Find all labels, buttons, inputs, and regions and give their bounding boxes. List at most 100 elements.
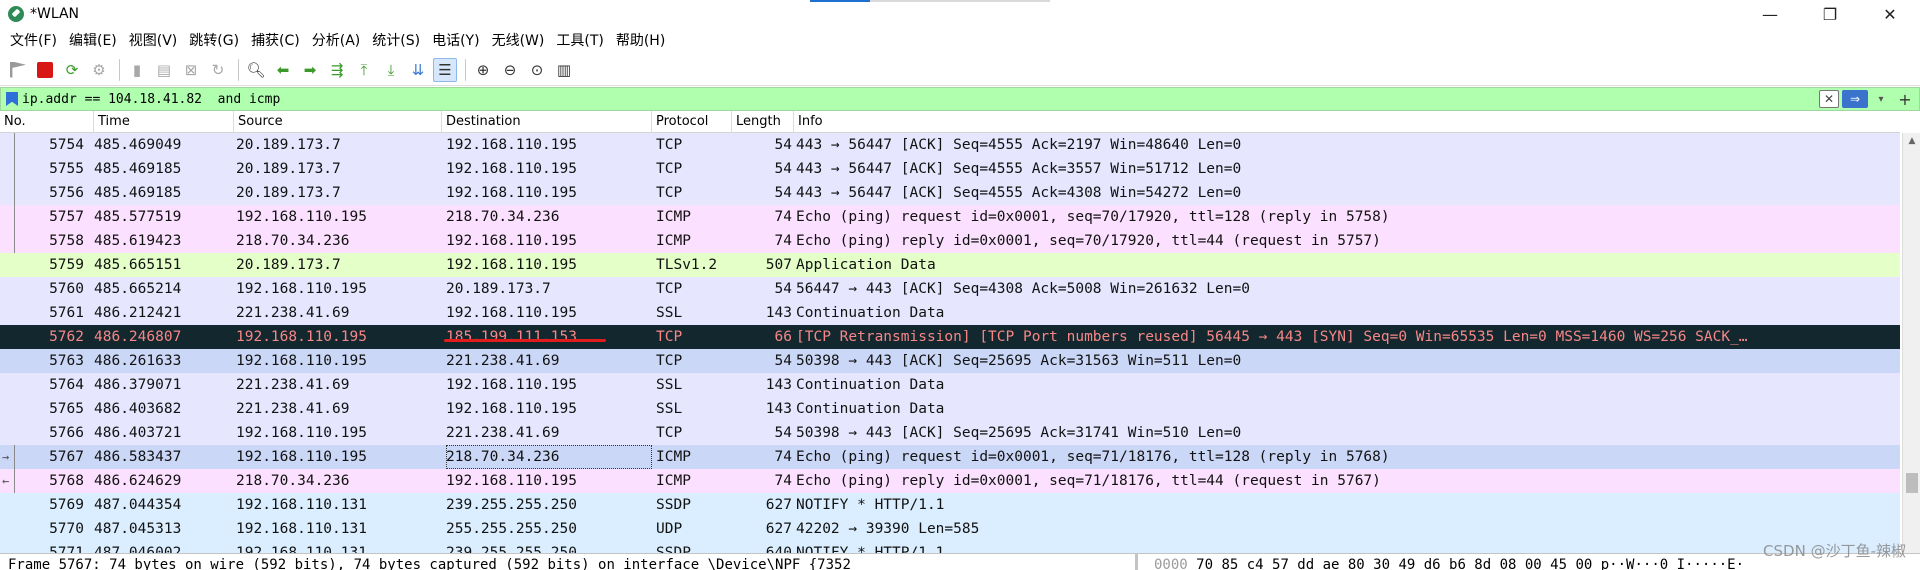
packet-time: 485.469185 xyxy=(94,161,182,177)
auto-scroll-icon[interactable]: ⇊ xyxy=(406,58,430,82)
packet-source: 221.238.41.69 xyxy=(236,377,350,393)
packet-protocol: TCP xyxy=(656,425,683,441)
related-packet-line xyxy=(14,133,15,157)
column-destination[interactable]: Destination xyxy=(442,111,652,133)
table-row[interactable]: 5766 486.403721 192.168.110.195 221.238.41.… xyxy=(0,421,1900,445)
zoom-in-icon[interactable]: ⊕ xyxy=(471,58,495,82)
packet-source: 192.168.110.195 xyxy=(236,353,367,369)
packet-time: 487.045313 xyxy=(94,521,182,537)
go-back-icon[interactable]: ⬅ xyxy=(271,58,295,82)
table-row[interactable]: 5761 486.212421 221.238.41.69 192.168.110.1… xyxy=(0,301,1900,325)
table-row[interactable]: ← 5768 486.624629 218.70.34.236 192.168.110.… xyxy=(0,469,1900,493)
find-packet-icon[interactable]: 🔍︎ xyxy=(244,58,268,82)
packet-protocol: TCP xyxy=(656,281,683,297)
table-row[interactable]: 5771 487.046002 192.168.110.131 239.255.255… xyxy=(0,541,1900,553)
table-row[interactable]: 5758 485.619423 218.70.34.236 192.168.110.1… xyxy=(0,229,1900,253)
packet-info: Echo (ping) reply id=0x0001, seq=71/1817… xyxy=(796,473,1381,489)
menu-capture[interactable]: 捕获(C) xyxy=(245,28,306,54)
packet-length: 143 xyxy=(765,377,792,393)
packet-no: 5766 xyxy=(49,425,84,441)
menu-tools[interactable]: 工具(T) xyxy=(550,28,609,54)
packet-time: 486.379071 xyxy=(94,377,182,393)
clear-filter-button[interactable]: ✕ xyxy=(1819,90,1839,108)
go-last-icon[interactable]: ⤓ xyxy=(379,58,403,82)
maximize-button[interactable]: ❐ xyxy=(1800,0,1860,28)
restart-capture-icon[interactable]: ⟳ xyxy=(60,58,84,82)
resize-columns-icon[interactable]: ▥ xyxy=(552,58,576,82)
toolbar-separator xyxy=(465,58,466,81)
close-file-icon[interactable]: ⊠ xyxy=(179,58,203,82)
table-row[interactable]: 5757 485.577519 192.168.110.195 218.70.34.2… xyxy=(0,205,1900,229)
packet-protocol: SSDP xyxy=(656,497,691,513)
table-row[interactable]: 5770 487.045313 192.168.110.131 255.255.255… xyxy=(0,517,1900,541)
hex-ascii: p··W···0 I·····E· xyxy=(1600,557,1745,570)
packet-time: 486.212421 xyxy=(94,305,182,321)
scroll-up-icon[interactable]: ▲ xyxy=(1903,133,1920,149)
apply-filter-button[interactable]: ⇒ xyxy=(1842,90,1868,108)
filter-bookmark-icon[interactable] xyxy=(6,92,18,106)
packet-no: 5759 xyxy=(49,257,84,273)
packet-details-pane[interactable]: Frame 5767: 74 bytes on wire (592 bits),… xyxy=(0,554,1138,570)
go-to-packet-icon[interactable]: ⇶ xyxy=(325,58,349,82)
frame-summary[interactable]: Frame 5767: 74 bytes on wire (592 bits),… xyxy=(8,557,851,570)
table-row[interactable]: 5760 485.665214 192.168.110.195 20.189.173.… xyxy=(0,277,1900,301)
table-row[interactable]: 5759 485.665151 20.189.173.7 192.168.110.19… xyxy=(0,253,1900,277)
packet-destination: 192.168.110.195 xyxy=(446,161,577,177)
table-row[interactable]: 5763 486.261633 192.168.110.195 221.238.41.… xyxy=(0,349,1900,373)
filter-history-dropdown[interactable]: ▾ xyxy=(1871,90,1891,108)
column-info[interactable]: Info xyxy=(794,111,1900,133)
table-row[interactable]: 5765 486.403682 221.238.41.69 192.168.110.1… xyxy=(0,397,1900,421)
column-time[interactable]: Time xyxy=(94,111,234,133)
column-protocol[interactable]: Protocol xyxy=(652,111,732,133)
table-row[interactable]: 5762 486.246807 192.168.110.195 185.199.111… xyxy=(0,325,1900,349)
table-row[interactable]: 5755 485.469185 20.189.173.7 192.168.110.19… xyxy=(0,157,1900,181)
display-filter-input[interactable] xyxy=(22,89,1819,109)
display-filter-bar: ✕ ⇒ ▾ + xyxy=(0,87,1920,111)
menu-help[interactable]: 帮助(H) xyxy=(610,28,671,54)
go-first-icon[interactable]: ⤒ xyxy=(352,58,376,82)
shark-fin-start-icon[interactable] xyxy=(6,58,30,82)
table-row[interactable]: 5754 485.469049 20.189.173.7 192.168.110.19… xyxy=(0,133,1900,157)
column-length[interactable]: Length xyxy=(732,111,794,133)
menu-wireless[interactable]: 无线(W) xyxy=(486,28,551,54)
go-forward-icon[interactable]: ➡ xyxy=(298,58,322,82)
packet-list: No. Time Source Destination Protocol Len… xyxy=(0,111,1920,553)
menu-go[interactable]: 跳转(G) xyxy=(183,28,245,54)
capture-options-icon[interactable]: ⚙ xyxy=(87,58,111,82)
scrollbar-thumb[interactable] xyxy=(1906,473,1918,493)
stop-capture-icon[interactable] xyxy=(33,58,57,82)
table-row[interactable]: 5769 487.044354 192.168.110.131 239.255.255… xyxy=(0,493,1900,517)
table-row[interactable]: 5764 486.379071 221.238.41.69 192.168.110.1… xyxy=(0,373,1900,397)
packet-length: 143 xyxy=(765,305,792,321)
column-source[interactable]: Source xyxy=(234,111,442,133)
packet-destination: 185.199.111.153 xyxy=(446,329,577,345)
menu-analyze[interactable]: 分析(A) xyxy=(306,28,367,54)
packet-time: 485.619423 xyxy=(94,233,182,249)
packet-protocol: TCP xyxy=(656,185,683,201)
close-button[interactable]: ✕ xyxy=(1860,0,1920,28)
packet-no: 5761 xyxy=(49,305,84,321)
menu-edit[interactable]: 编辑(E) xyxy=(63,28,123,54)
zoom-out-icon[interactable]: ⊖ xyxy=(498,58,522,82)
packet-protocol: ICMP xyxy=(656,473,691,489)
menu-view[interactable]: 视图(V) xyxy=(123,28,184,54)
packet-destination: 20.189.173.7 xyxy=(446,281,551,297)
open-file-icon[interactable]: ▮ xyxy=(125,58,149,82)
zoom-normal-icon[interactable]: ⊙ xyxy=(525,58,549,82)
table-row[interactable]: → 5767 486.583437 192.168.110.195 218.70.34.… xyxy=(0,445,1900,469)
reload-file-icon[interactable]: ↻ xyxy=(206,58,230,82)
colorize-icon[interactable]: ☰ xyxy=(433,57,457,82)
menu-telephony[interactable]: 电话(Y) xyxy=(426,28,485,54)
packet-destination: 192.168.110.195 xyxy=(446,473,577,489)
packet-length: 54 xyxy=(774,185,792,201)
packet-time: 487.046002 xyxy=(94,545,182,553)
table-row[interactable]: 5756 485.469185 20.189.173.7 192.168.110.19… xyxy=(0,181,1900,205)
packet-list-scrollbar[interactable]: ▲ xyxy=(1902,133,1920,553)
column-no[interactable]: No. xyxy=(0,111,94,133)
menu-statistics[interactable]: 统计(S) xyxy=(366,28,426,54)
minimize-button[interactable]: — xyxy=(1740,0,1800,28)
packet-protocol: TLSv1.2 xyxy=(656,257,718,273)
save-file-icon[interactable]: ▤ xyxy=(152,58,176,82)
menu-file[interactable]: 文件(F) xyxy=(4,28,63,54)
add-filter-button[interactable]: + xyxy=(1894,90,1916,109)
